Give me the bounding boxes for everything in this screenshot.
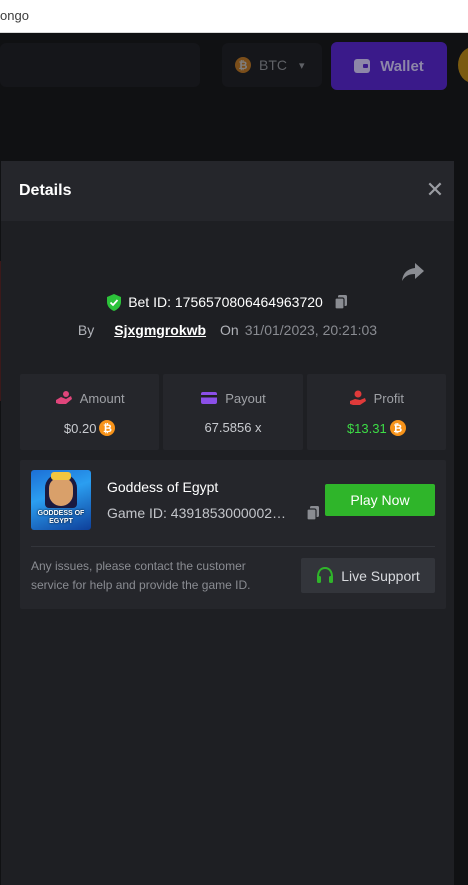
share-icon[interactable] [401,261,425,283]
amount-label: Amount [79,390,125,406]
bet-datetime: 31/01/2023, 20:21:03 [244,322,378,338]
url-text: ongo [0,8,29,23]
chevron-down-icon: ▾ [299,59,305,72]
card-icon [201,392,218,404]
bet-meta-row: By Sjxgmgrokwb On 31/01/2023, 20:21:03 [1,319,454,341]
bet-id-text: Bet ID: 1756570806464963720 [128,294,323,310]
bitcoin-icon: ₿ [99,420,116,436]
on-label: On [220,322,239,338]
bitcoin-icon: ₿ [235,57,251,73]
profit-stat: Profit $13.31 ₿ [306,374,446,450]
game-thumbnail[interactable]: GODDESS OF EGYPT [31,470,91,530]
shield-check-icon [107,293,122,311]
live-support-button[interactable]: Live Support [301,558,435,593]
copy-icon[interactable] [333,294,349,310]
close-icon[interactable]: ✕ [425,179,445,201]
copy-icon[interactable] [305,505,321,521]
modal-header: Details ✕ [1,161,454,221]
username-link[interactable]: Sjxgmgrokwb [114,322,206,338]
bet-id-row: Bet ID: 1756570806464963720 [1,291,454,313]
profit-label: Profit [373,390,404,406]
bet-stats: Amount $0.20 ₿ Payout 67.5856 x Profit $… [20,374,446,450]
divider [31,546,435,547]
live-support-label: Live Support [341,567,420,584]
amount-value: $0.20 [63,420,97,436]
wallet-label: Wallet [380,57,424,75]
game-id-row: Game ID: 4391853000002… [107,505,321,521]
wallet-button[interactable]: Wallet [331,42,447,90]
profit-hand-icon [349,390,366,405]
user-avatar[interactable] [458,47,468,83]
amount-hand-icon [55,391,72,404]
amount-stat: Amount $0.20 ₿ [20,374,160,450]
play-now-button[interactable]: Play Now [325,484,435,516]
game-name: Goddess of Egypt [107,479,219,495]
profit-value: $13.31 [346,420,387,436]
browser-address-bar[interactable]: ongo [0,0,468,33]
site-header: ₿ BTC ▾ Wallet [0,33,468,101]
payout-label: Payout [225,390,266,406]
bet-details-modal: Details ✕ Bet ID: 1756570806464963720 By… [1,161,454,885]
payout-stat: Payout 67.5856 x [163,374,303,450]
game-thumbnail-logo: GODDESS OF EGYPT [37,510,85,525]
headset-icon [317,567,334,583]
game-card: GODDESS OF EGYPT Goddess of Egypt Game I… [20,460,446,609]
by-label: By [77,322,95,338]
modal-title: Details [19,182,72,199]
currency-label: BTC [259,57,287,73]
header-search-box[interactable] [0,43,200,87]
support-help-text: Any issues, please contact the customer … [31,559,251,592]
bitcoin-icon: ₿ [389,420,406,436]
wallet-icon [354,59,371,73]
game-id-text: Game ID: 4391853000002… [107,505,287,521]
currency-selector[interactable]: ₿ BTC ▾ [222,43,322,87]
payout-value: 67.5856 x [204,420,262,435]
